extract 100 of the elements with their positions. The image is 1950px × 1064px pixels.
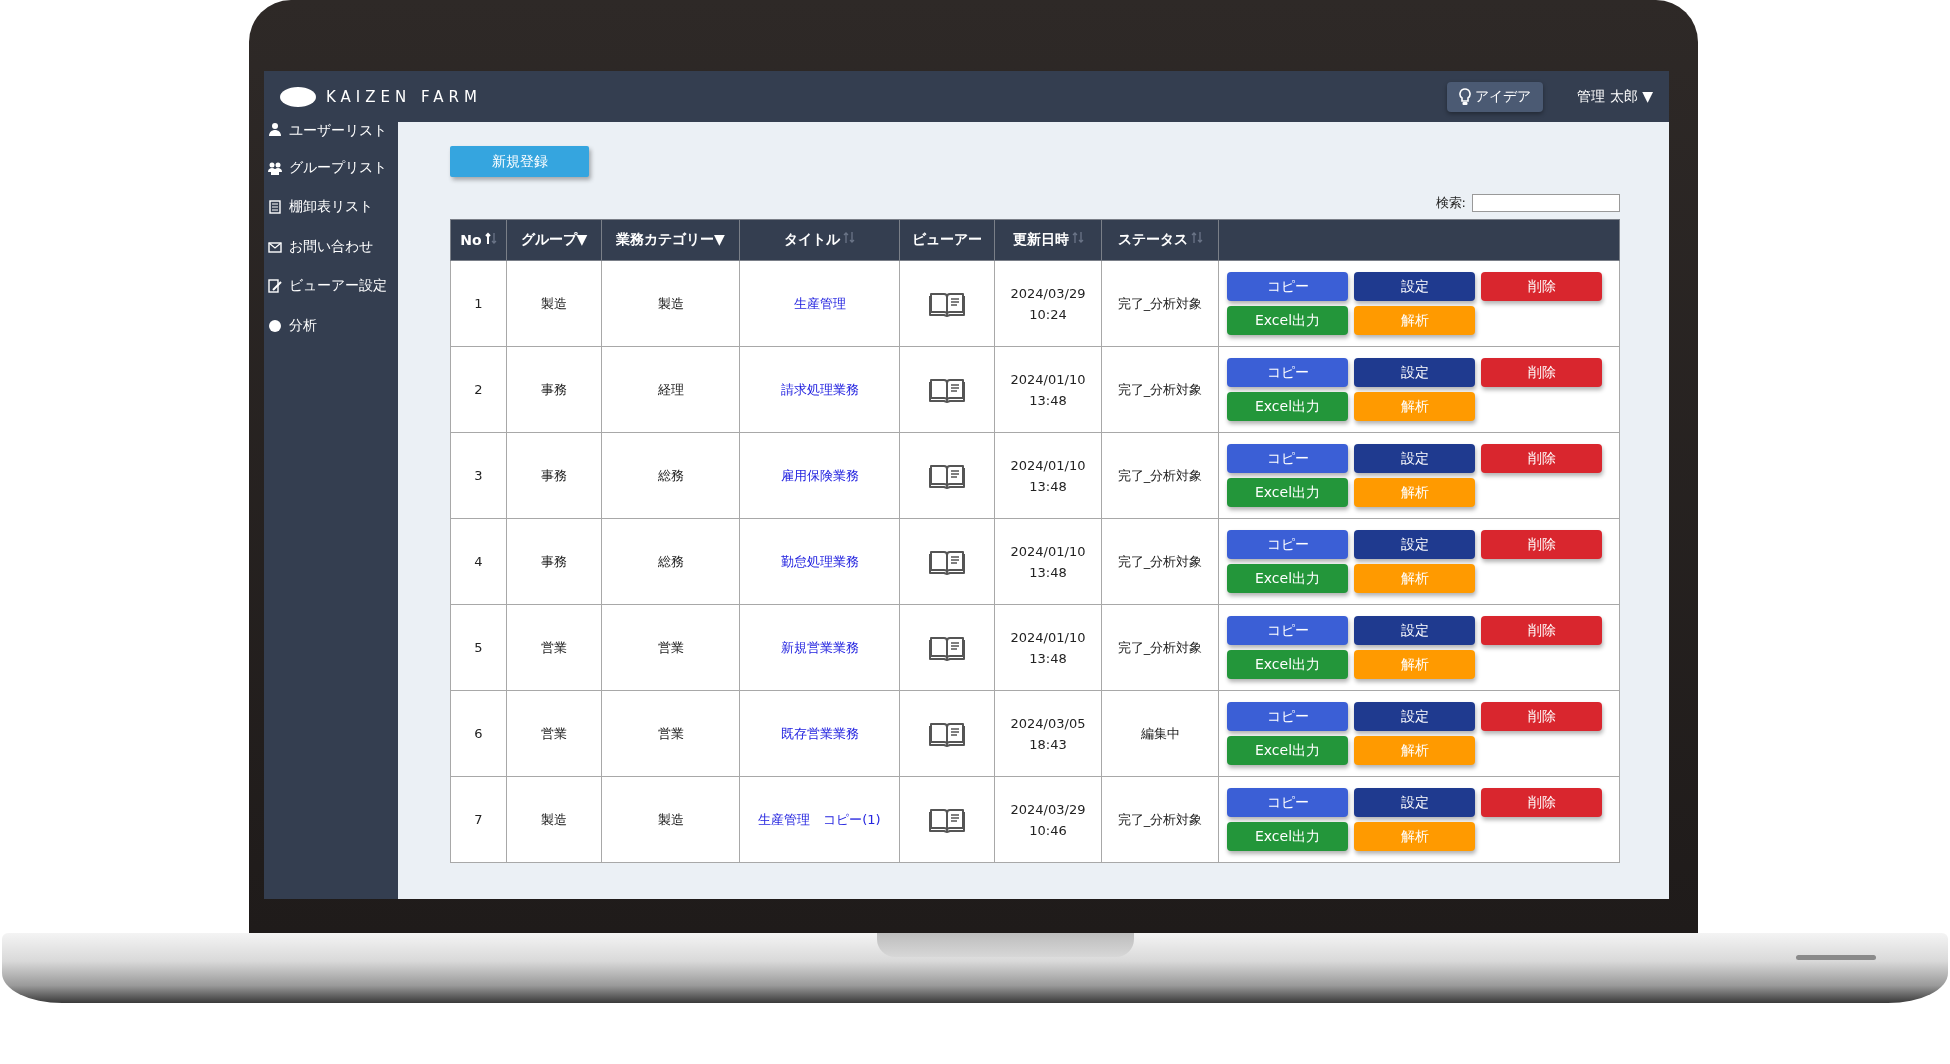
copy-button[interactable]: コピー bbox=[1227, 616, 1348, 645]
pie-icon bbox=[268, 318, 282, 333]
settings-button[interactable]: 設定 bbox=[1354, 788, 1475, 817]
delete-button[interactable]: 削除 bbox=[1481, 444, 1602, 473]
search-field[interactable] bbox=[1472, 194, 1620, 212]
book-icon[interactable] bbox=[929, 806, 965, 833]
copy-button[interactable]: コピー bbox=[1227, 530, 1348, 559]
settings-button[interactable]: 設定 bbox=[1354, 616, 1475, 645]
column-header[interactable]: 更新日時 bbox=[994, 219, 1102, 261]
book-icon[interactable] bbox=[929, 290, 965, 317]
copy-button[interactable]: コピー bbox=[1227, 272, 1348, 301]
column-header[interactable]: タイトル bbox=[739, 219, 900, 261]
sidebar-item[interactable]: お問い合わせ bbox=[264, 227, 398, 267]
column-header[interactable]: No bbox=[450, 219, 507, 261]
excel-export-button[interactable]: Excel出力 bbox=[1227, 736, 1348, 765]
group-text: 事務 bbox=[541, 381, 567, 397]
category-text: 営業 bbox=[657, 725, 684, 741]
updated-datetime: 2024/03/05 18:43 bbox=[1010, 715, 1086, 752]
excel-export-button[interactable]: Excel出力 bbox=[1227, 822, 1348, 851]
copy-button[interactable]: コピー bbox=[1227, 702, 1348, 731]
status-text: 完了_分析対象 bbox=[1117, 381, 1203, 397]
list-icon bbox=[268, 200, 282, 215]
copy-button[interactable]: コピー bbox=[1227, 358, 1348, 387]
group-text: 営業 bbox=[541, 725, 567, 741]
updated-datetime: 2024/01/10 13:48 bbox=[1010, 543, 1086, 580]
row-number: 7 bbox=[474, 812, 483, 827]
updated-datetime: 2024/03/29 10:24 bbox=[1010, 285, 1086, 322]
excel-export-button[interactable]: Excel出力 bbox=[1227, 392, 1348, 421]
group-text: 製造 bbox=[541, 811, 567, 827]
settings-button[interactable]: 設定 bbox=[1354, 272, 1475, 301]
category-text: 総務 bbox=[657, 467, 684, 483]
group-text: 事務 bbox=[541, 467, 567, 483]
delete-button[interactable]: 削除 bbox=[1481, 702, 1602, 731]
copy-button[interactable]: コピー bbox=[1227, 788, 1348, 817]
column-header[interactable]: 業務カテゴリー▼ bbox=[601, 219, 740, 261]
logo-text: KAIZEN FARM bbox=[326, 87, 482, 106]
user-menu[interactable]: 管理 太郎 ▼ bbox=[1577, 87, 1653, 106]
group-text: 営業 bbox=[541, 639, 567, 655]
category-text: 製造 bbox=[657, 295, 684, 311]
settings-button[interactable]: 設定 bbox=[1354, 702, 1475, 731]
delete-button[interactable]: 削除 bbox=[1481, 530, 1602, 559]
idea-button[interactable]: アイデア bbox=[1447, 81, 1544, 112]
row-number: 2 bbox=[474, 382, 483, 397]
sidebar-item[interactable]: 分析 bbox=[264, 306, 398, 346]
book-icon[interactable] bbox=[929, 376, 965, 403]
updated-datetime: 2024/01/10 13:48 bbox=[1010, 371, 1086, 408]
title-link[interactable]: 生産管理 bbox=[793, 295, 846, 311]
sidebar-item[interactable]: ユーザーリスト bbox=[264, 122, 398, 148]
row-number: 5 bbox=[474, 640, 483, 655]
group-text: 事務 bbox=[541, 553, 567, 569]
user-icon bbox=[268, 122, 282, 136]
settings-button[interactable]: 設定 bbox=[1354, 444, 1475, 473]
settings-button[interactable]: 設定 bbox=[1354, 530, 1475, 559]
sidebar-item[interactable]: ビューアー設定 bbox=[264, 266, 398, 306]
book-icon[interactable] bbox=[929, 462, 965, 489]
book-icon[interactable] bbox=[929, 634, 965, 661]
excel-export-button[interactable]: Excel出力 bbox=[1227, 564, 1348, 593]
updated-datetime: 2024/01/10 13:48 bbox=[1010, 457, 1086, 494]
lightbulb-icon bbox=[1459, 87, 1472, 106]
row-number: 6 bbox=[474, 726, 483, 741]
status-text: 完了_分析対象 bbox=[1117, 467, 1203, 483]
delete-button[interactable]: 削除 bbox=[1481, 616, 1602, 645]
category-text: 経理 bbox=[657, 381, 684, 397]
column-header[interactable]: ビューアー bbox=[899, 219, 995, 261]
status-text: 完了_分析対象 bbox=[1117, 295, 1203, 311]
envelope-icon bbox=[268, 239, 282, 254]
status-text: 完了_分析対象 bbox=[1117, 553, 1203, 569]
settings-button[interactable]: 設定 bbox=[1354, 358, 1475, 387]
title-link[interactable]: 既存営業業務 bbox=[780, 725, 859, 741]
category-text: 総務 bbox=[657, 553, 684, 569]
excel-export-button[interactable]: Excel出力 bbox=[1227, 306, 1348, 335]
excel-export-button[interactable]: Excel出力 bbox=[1227, 650, 1348, 679]
delete-button[interactable]: 削除 bbox=[1481, 358, 1602, 387]
cloud-logo-icon bbox=[280, 86, 316, 107]
title-link[interactable]: 雇用保険業務 bbox=[780, 467, 859, 483]
status-text: 完了_分析対象 bbox=[1117, 639, 1203, 655]
row-number: 3 bbox=[474, 468, 483, 483]
search-label: 検索: bbox=[1435, 194, 1466, 212]
row-number: 4 bbox=[474, 554, 483, 569]
updated-datetime: 2024/03/29 10:46 bbox=[1010, 801, 1086, 838]
sidebar-item[interactable]: グループリスト bbox=[264, 148, 398, 188]
book-icon[interactable] bbox=[929, 720, 965, 747]
title-link[interactable]: 勤怠処理業務 bbox=[780, 553, 859, 569]
sidebar-item[interactable]: 棚卸表リスト bbox=[264, 187, 398, 227]
title-link[interactable]: 請求処理業務 bbox=[780, 381, 859, 397]
column-header[interactable]: グループ▼ bbox=[506, 219, 602, 261]
book-icon[interactable] bbox=[929, 548, 965, 575]
people-icon bbox=[268, 160, 282, 175]
row-number: 1 bbox=[474, 296, 483, 311]
status-text: 編集中 bbox=[1140, 725, 1180, 741]
edit-icon bbox=[268, 279, 282, 294]
copy-button[interactable]: コピー bbox=[1227, 444, 1348, 473]
delete-button[interactable]: 削除 bbox=[1481, 272, 1602, 301]
updated-datetime: 2024/01/10 13:48 bbox=[1010, 629, 1086, 666]
column-header[interactable]: ステータス bbox=[1101, 219, 1219, 261]
status-text: 完了_分析対象 bbox=[1117, 811, 1203, 827]
excel-export-button[interactable]: Excel出力 bbox=[1227, 478, 1348, 507]
title-link[interactable]: 新規営業業務 bbox=[780, 639, 859, 655]
delete-button[interactable]: 削除 bbox=[1481, 788, 1602, 817]
title-link[interactable]: 生産管理 コピー(1) bbox=[758, 811, 881, 827]
